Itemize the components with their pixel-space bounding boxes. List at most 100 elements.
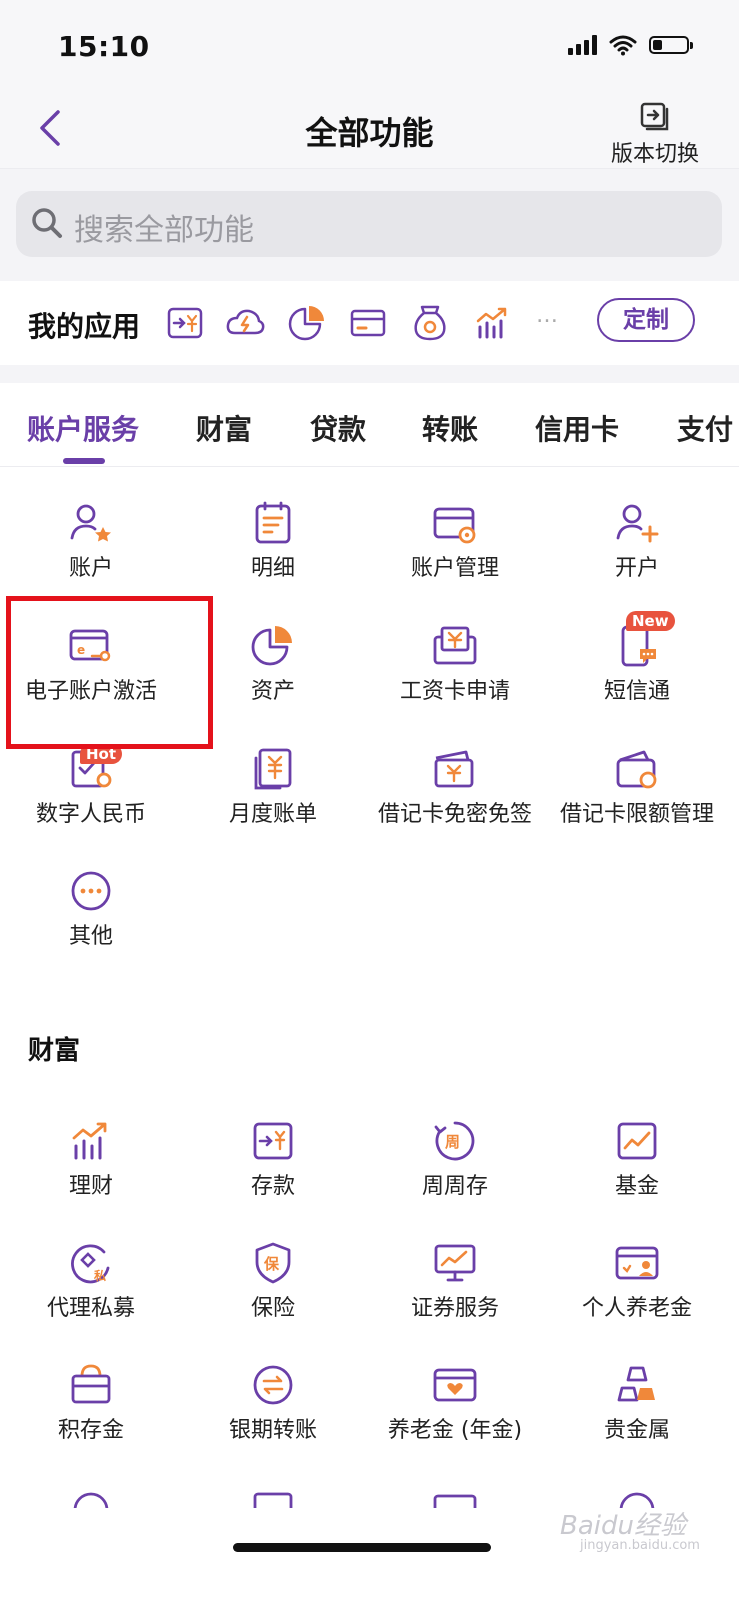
user-star-icon [70,504,111,542]
section-title-wealth: 财富 [28,1036,81,1066]
wifi-icon [609,35,637,56]
item-label: 证券服务 [410,1296,499,1321]
version-switch-button[interactable]: 版本切换 [605,100,705,168]
more-apps-indicator: … [536,303,558,328]
grid-item-insurance[interactable]: 保 保险 [182,1240,364,1322]
user-plus-icon [616,504,659,543]
item-label: 账户 [68,556,113,581]
item-label: 银期转账 [228,1418,317,1443]
search-icon [32,208,62,238]
svg-text:私: 私 [93,1268,106,1283]
svg-text:保: 保 [263,1255,280,1273]
item-label: 基金 [614,1174,659,1199]
grid-item-gold-accumulation[interactable]: 积存金 [0,1362,182,1444]
gold-bag-icon [71,1364,111,1404]
debit-card-yuan-icon [434,750,474,788]
grid-item-securities[interactable]: 证券服务 [364,1240,546,1322]
svg-text:周: 周 [445,1133,460,1151]
navigation-bar: 全部功能 版本切换 [0,92,739,169]
item-label: 明细 [250,556,295,581]
grid-item-debit-card-limit[interactable]: 借记卡限额管理 [546,746,728,828]
grid-item-details[interactable]: 明细 [182,500,364,582]
grid-item-open-account[interactable]: 开户 [546,500,728,582]
watermark-sub: jingyan.baidu.com [580,1538,700,1553]
grid-item-bank-futures-transfer[interactable]: 银期转账 [182,1362,364,1444]
item-label: 账户管理 [410,556,499,581]
grid-item-personal-pension[interactable]: 个人养老金 [546,1240,728,1322]
insurance-shield-icon: 保 [255,1242,291,1284]
bar-trend-icon [72,1122,107,1160]
pie-chart-icon[interactable] [287,303,327,343]
highlight-annotation [6,596,213,749]
customize-button[interactable]: 定制 [597,298,695,342]
item-label: 积存金 [57,1418,124,1443]
private-fund-icon: 私 [71,1244,110,1284]
partial-icon [73,1492,109,1508]
status-bar: 15:10 [0,0,739,92]
card-icon[interactable] [348,303,388,343]
grid-item-account-management[interactable]: 账户管理 [364,500,546,582]
card-gear-icon [433,507,476,544]
status-time: 15:10 [58,30,150,63]
item-label: 开户 [614,556,659,581]
grid-item-annuity[interactable]: 养老金 (年金) [364,1362,546,1444]
my-apps-bar: 我的应用 … 定制 [0,281,739,365]
salary-card-icon [433,626,477,665]
cellular-signal-icon [568,35,597,55]
item-label: 贵金属 [603,1418,670,1443]
tab-payment[interactable]: 支付 [677,408,733,448]
fund-chart-icon [617,1122,657,1160]
my-apps-title: 我的应用 [28,310,141,343]
grid-item-weekly-save[interactable]: 周 周周存 [364,1118,546,1200]
bar-trend-icon[interactable] [472,303,512,343]
grid-item-fund[interactable]: 基金 [546,1118,728,1200]
switch-version-icon [640,102,669,131]
item-label: 养老金 (年金) [387,1418,523,1443]
grid-item-salary-card[interactable]: 工资卡申请 [364,623,546,705]
securities-monitor-icon [434,1244,476,1282]
tab-credit-card[interactable]: 信用卡 [535,408,619,448]
grid-item-other[interactable]: 其他 [0,868,182,950]
money-bag-icon[interactable] [410,303,450,343]
category-tabs: 账户服务 财富 贷款 转账 信用卡 支付 [0,383,739,467]
annuity-card-icon [433,1368,477,1402]
transfer-yuan-icon[interactable] [165,303,205,343]
cloud-bolt-icon[interactable] [225,303,265,343]
item-label: 保险 [250,1296,295,1321]
tab-transfer[interactable]: 转账 [422,408,478,448]
grid-item-financing[interactable]: 理财 [0,1118,182,1200]
wallet-gear-icon [616,750,657,789]
section-divider [0,365,739,383]
tab-account-services[interactable]: 账户服务 [27,408,139,448]
grid-item-account[interactable]: 账户 [0,500,182,582]
item-label: 短信通 [603,679,670,704]
item-label: 代理私募 [46,1296,135,1321]
grid-item-precious-metals[interactable]: 贵金属 [546,1362,728,1444]
grid-item-debit-card-no-pin[interactable]: 借记卡免密免签 [364,746,546,828]
monthly-bill-icon [254,748,292,790]
new-badge: New [626,611,675,631]
deposit-icon [253,1122,293,1160]
tab-wealth[interactable]: 财富 [196,408,252,448]
search-input[interactable]: 搜索全部功能 [16,191,722,257]
grid-item-digital-rmb[interactable]: Hot 数字人民币 [0,744,182,828]
search-area: 搜索全部功能 [0,169,739,281]
grid-item-sms-notify[interactable]: New 短信通 [546,611,728,705]
grid-item-private-fund[interactable]: 私 代理私募 [0,1240,182,1322]
grid-item-deposit[interactable]: 存款 [182,1118,364,1200]
home-indicator[interactable] [233,1543,491,1552]
search-placeholder: 搜索全部功能 [74,213,254,248]
item-label: 理财 [68,1174,113,1199]
partial-icon [433,1494,477,1508]
version-switch-label: 版本切换 [610,142,699,167]
watermark: Baidu经验 [560,1511,686,1541]
status-icons [568,34,693,56]
active-tab-indicator [63,458,105,464]
tab-loans[interactable]: 贷款 [310,408,366,448]
more-circle-icon [71,871,111,911]
grid-item-monthly-bill[interactable]: 月度账单 [182,746,364,828]
battery-icon [649,36,693,54]
item-label: 数字人民币 [35,802,146,827]
weekly-save-icon: 周 [434,1121,475,1161]
partial-icon [253,1492,293,1508]
